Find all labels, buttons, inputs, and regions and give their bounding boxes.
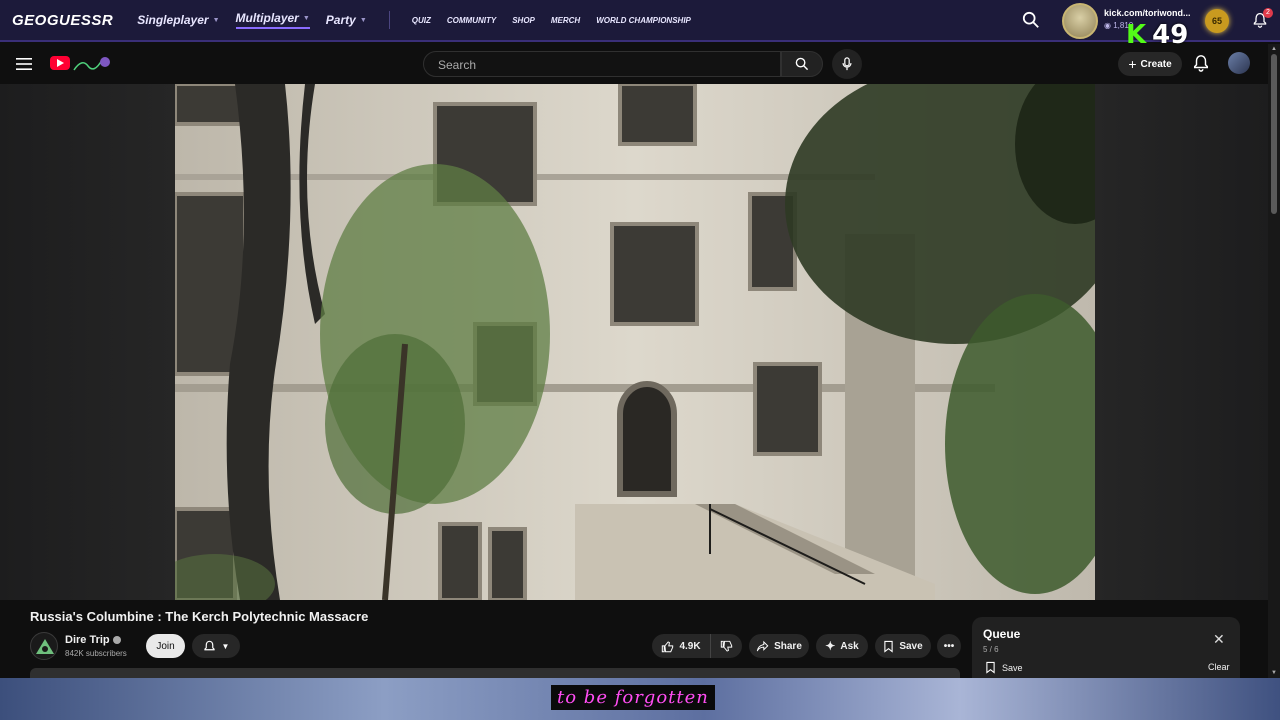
level-badge: 65 (1205, 9, 1229, 33)
doodle-logo-icon[interactable] (72, 52, 112, 76)
chevron-down-icon: ▼ (359, 16, 367, 24)
close-icon[interactable]: ✕ (1213, 631, 1225, 648)
nav-community[interactable]: COMMUNITY (447, 16, 496, 25)
queue-clear-button[interactable]: Clear (1208, 662, 1230, 672)
bookmark-icon (986, 661, 995, 674)
chevron-down-icon: ▼ (302, 14, 310, 22)
nav-merch[interactable]: MERCH (551, 16, 580, 25)
create-button[interactable]: + Create (1118, 52, 1182, 76)
geoguessr-logo[interactable]: GEOGUESSR (12, 12, 113, 29)
verified-icon (112, 636, 121, 645)
scroll-down-arrow-icon[interactable]: ▼ (1271, 670, 1277, 676)
scrollbar-thumb[interactable] (1271, 54, 1277, 214)
queue-title: Queue (983, 627, 1021, 641)
youtube-header: Search + Create (0, 44, 1268, 84)
like-button[interactable]: 4.9K (652, 634, 710, 658)
notification-count-badge: 2 (1263, 8, 1273, 18)
nav-party[interactable]: Party ▼ (326, 13, 367, 27)
chevron-down-icon: ▼ (212, 16, 220, 24)
channel-avatar[interactable] (30, 632, 58, 660)
queue-panel: Queue 5 / 6 ✕ Save Clear (972, 617, 1240, 679)
stream-caption: to be forgotten (551, 685, 715, 710)
share-button[interactable]: Share (749, 634, 809, 658)
bell-icon (203, 640, 215, 650)
search-icon (795, 57, 809, 71)
subscription-bell-button[interactable]: ▼ (192, 634, 240, 658)
search-input[interactable]: Search (423, 51, 781, 77)
plus-icon: + (1128, 56, 1137, 72)
nav-divider (388, 11, 390, 29)
nav-multiplayer[interactable]: Multiplayer ▼ (235, 11, 310, 29)
search-icon[interactable] (1022, 11, 1040, 29)
subscriber-count: 842K subscribers (65, 649, 127, 658)
dislike-button[interactable] (710, 634, 742, 658)
nav-shop[interactable]: SHOP (512, 16, 535, 25)
share-icon (756, 640, 769, 651)
geoguessr-main-nav: Singleplayer ▼ Multiplayer ▼ Party ▼ QUIZ C… (137, 11, 691, 29)
channel-logo-icon (36, 639, 54, 654)
more-actions-button[interactable]: ••• (937, 634, 961, 658)
sparkle-icon: ✦ (825, 639, 836, 653)
nav-world-championship[interactable]: WORLD CHAMPIONSHIP (596, 16, 691, 25)
join-button[interactable]: Join (146, 634, 185, 658)
youtube-logo[interactable] (50, 56, 70, 70)
video-frame[interactable] (175, 84, 1095, 600)
video-player[interactable] (0, 84, 1268, 600)
bookmark-icon (884, 640, 893, 653)
microphone-icon (842, 57, 852, 71)
player-username[interactable]: kick.com/toriwond... (1104, 8, 1191, 18)
menu-icon[interactable] (14, 55, 34, 73)
voice-search-button[interactable] (832, 49, 862, 79)
search-button[interactable] (781, 51, 823, 77)
nav-quiz[interactable]: QUIZ (412, 16, 431, 25)
thumbs-up-icon (662, 640, 674, 652)
more-horizontal-icon: ••• (943, 640, 955, 652)
queue-save-button[interactable]: Save (985, 661, 1023, 674)
scroll-up-arrow-icon[interactable]: ▲ (1271, 46, 1277, 52)
player-avatar[interactable] (1062, 3, 1098, 39)
ask-button[interactable]: ✦ Ask (816, 634, 868, 658)
video-frame-image (175, 84, 1095, 600)
geoguessr-topbar: GEOGUESSR Singleplayer ▼ Multiplayer ▼ Par… (0, 0, 1280, 42)
video-title: Russia's Columbine : The Kerch Polytechn… (30, 609, 369, 624)
save-button[interactable]: Save (875, 634, 931, 658)
channel-name[interactable]: Dire Trip (65, 634, 121, 646)
queue-position: 5 / 6 (983, 645, 999, 654)
nav-singleplayer[interactable]: Singleplayer ▼ (137, 13, 219, 27)
account-avatar[interactable] (1228, 52, 1250, 74)
thumbs-down-icon (720, 640, 733, 652)
page-scrollbar[interactable]: ▲ ▼ (1268, 44, 1280, 678)
notifications-bell-icon[interactable] (1192, 54, 1210, 72)
chevron-down-icon: ▼ (221, 641, 230, 651)
